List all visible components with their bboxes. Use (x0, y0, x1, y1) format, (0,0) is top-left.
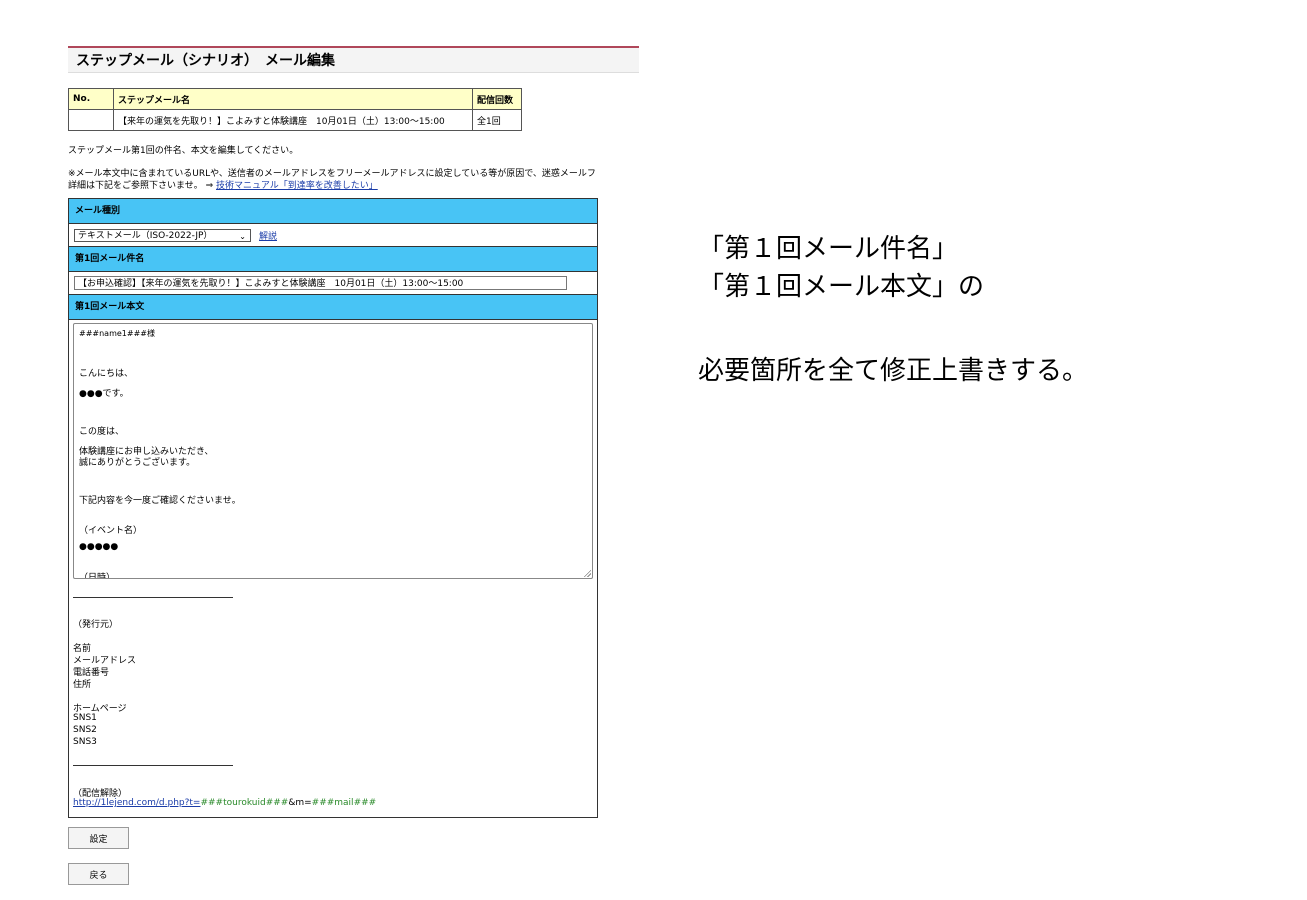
body-line: ●●●●● (79, 542, 119, 552)
cell-count: 全1回 (472, 109, 522, 131)
publisher-label: （発行元） (73, 620, 119, 630)
sns2-label: SNS2 (73, 725, 97, 735)
url-param: &m= (288, 798, 312, 808)
cell-no (68, 109, 114, 131)
help-link[interactable]: 解説 (259, 229, 277, 242)
annotation-line: 必要箇所を全て修正上書きする。 (698, 356, 1089, 386)
body-line: （イベント名） (79, 526, 143, 536)
back-button[interactable]: 戻る (68, 863, 129, 885)
cell-name: 【来年の運気を先取り！】こよみすと体験講座 10月01日（土）13:00〜15:… (113, 109, 473, 131)
divider (73, 765, 233, 766)
mail-type-value: テキストメール（ISO-2022-JP） (78, 230, 213, 241)
body-line: 誠にありがとうございます。 (79, 458, 196, 468)
sns1-label: SNS1 (73, 713, 97, 723)
divider (73, 597, 233, 598)
resize-handle-icon[interactable] (583, 569, 591, 577)
section-subject: 第1回メール件名 (69, 247, 597, 272)
unsubscribe-link[interactable]: http://1lejend.com/d.php?t= (73, 798, 200, 808)
annotation-line: 「第１回メール件名」 (698, 234, 959, 264)
page-title: ステップメール（シナリオ） メール編集 (68, 46, 639, 73)
manual-note-text: 詳細は下記をご参照下さいませ。 ⇒ (68, 181, 216, 191)
table-row: 【来年の運気を先取り！】こよみすと体験講座 10月01日（土）13:00〜15:… (68, 109, 522, 131)
subject-row: 【お申込確認】【来年の運気を先取り！】こよみすと体験講座 10月01日（土）13… (69, 272, 597, 295)
section-mail-type: メール種別 (69, 199, 597, 224)
section-body: 第1回メール本文 (69, 295, 597, 320)
intro-text: ステップメール第1回の件名、本文を編集してください。 (68, 146, 299, 156)
mail-type-select[interactable]: テキストメール（ISO-2022-JP） ⌄ (74, 228, 251, 242)
chevron-down-icon: ⌄ (239, 231, 246, 241)
body-line: （日時） (79, 573, 116, 579)
scenario-table: No. ステップメール名 配信回数 【来年の運気を先取り！】こよみすと体験講座 … (68, 88, 522, 131)
address-label: 住所 (73, 680, 92, 690)
col-header-count: 配信回数 (472, 88, 522, 110)
col-header-name: ステップメール名 (113, 88, 473, 110)
url-tag-tourokuid: ###tourokuid### (200, 798, 289, 808)
sns3-label: SNS3 (73, 737, 97, 747)
annotation-line: 「第１回メール本文」の (698, 272, 985, 302)
body-line: ###name1###様 (79, 329, 155, 338)
body-textarea[interactable]: ###name1###様 こんにちは、 ●●●です。 この度は、 体験講座にお申… (73, 323, 593, 579)
subject-input[interactable]: 【お申込確認】【来年の運気を先取り！】こよみすと体験講座 10月01日（土）13… (74, 276, 567, 290)
manual-note: 詳細は下記をご参照下さいませ。 ⇒ 技術マニュアル「到達率を改善したい」 (68, 178, 378, 191)
url-tag-mail: ###mail### (311, 798, 377, 808)
body-line: ●●●です。 (79, 389, 129, 399)
body-line: こんにちは、 (79, 369, 134, 379)
mail-edit-form: メール種別 テキストメール（ISO-2022-JP） ⌄ 解説 第1回メール件名… (68, 198, 598, 818)
manual-link[interactable]: 技術マニュアル「到達率を改善したい」 (216, 181, 378, 191)
unsubscribe-url: http://1lejend.com/d.php?t=###tourokuid#… (73, 798, 376, 808)
col-header-no: No. (68, 88, 114, 110)
body-line: 下記内容を今一度ご確認くださいませ。 (79, 496, 241, 506)
save-button[interactable]: 設定 (68, 827, 129, 849)
body-line: この度は、 (79, 427, 125, 437)
mail-type-row: テキストメール（ISO-2022-JP） ⌄ 解説 (69, 224, 597, 247)
